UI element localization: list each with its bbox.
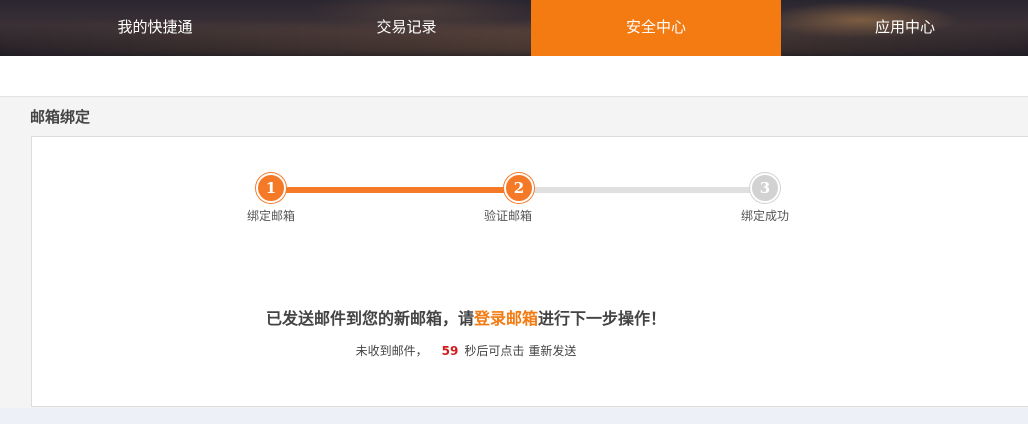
header-band	[0, 56, 1028, 97]
resend-prefix: 未收到邮件，	[355, 344, 428, 358]
resend-notice: 未收到邮件， 59 秒后可点击 重新发送	[32, 342, 900, 359]
step-1-circle: 1	[256, 173, 286, 203]
step-2-circle: 2	[504, 173, 534, 203]
nav-item-quick-pass[interactable]: 我的快捷通	[28, 0, 282, 56]
resend-link[interactable]: 重新发送	[528, 344, 576, 358]
step-1-label: 绑定邮箱	[246, 209, 295, 223]
nav-item-transactions[interactable]: 交易记录	[282, 0, 531, 56]
step-2-label: 验证邮箱	[483, 209, 532, 223]
page-title: 邮箱绑定	[30, 108, 91, 126]
step-3-label: 绑定成功	[740, 209, 789, 223]
sent-message-suffix: 进行下一步操作！	[538, 309, 667, 328]
main-content: 邮箱绑定 1 2 3 绑定邮箱 验证邮箱 绑定成功 已发送邮件到您的新邮箱，请登…	[0, 97, 1028, 408]
sent-message-prefix: 已发送邮件到您的新邮箱，请	[265, 309, 474, 328]
top-nav: 我的快捷通 交易记录 安全中心 应用中心	[0, 0, 1028, 56]
sent-message: 已发送邮件到您的新邮箱，请登录邮箱进行下一步操作！	[32, 305, 900, 329]
nav-item-app-center[interactable]: 应用中心	[781, 0, 1028, 56]
step-3-circle: 3	[750, 173, 780, 203]
footer-strip	[0, 408, 1028, 424]
login-email-link[interactable]: 登录邮箱	[474, 309, 538, 328]
email-bind-panel: 1 2 3 绑定邮箱 验证邮箱 绑定成功 已发送邮件到您的新邮箱，请登录邮箱进行…	[31, 136, 1028, 407]
resend-middle: 秒后可点击	[464, 344, 525, 358]
countdown-seconds: 59	[441, 344, 459, 358]
nav-item-security-center[interactable]: 安全中心	[531, 0, 781, 56]
step-track-complete	[271, 187, 519, 193]
step-track-pending	[519, 187, 765, 193]
